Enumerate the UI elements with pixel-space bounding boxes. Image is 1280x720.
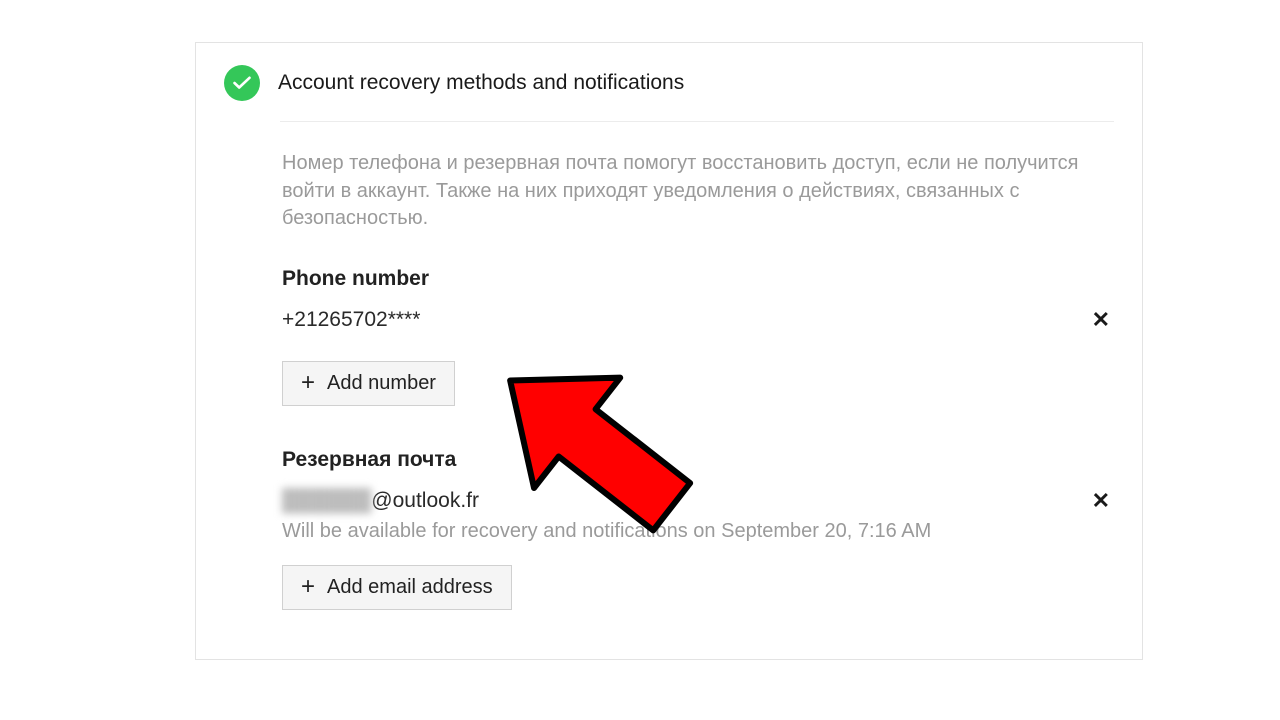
phone-value: +21265702****: [282, 308, 420, 332]
remove-email-button[interactable]: ✕: [1086, 486, 1116, 516]
close-icon: ✕: [1092, 488, 1110, 513]
description-text: Номер телефона и резервная почта помогут…: [282, 150, 1092, 233]
plus-icon: +: [301, 372, 315, 394]
email-local-blurred: ██████: [282, 489, 371, 513]
remove-phone-button[interactable]: ✕: [1086, 305, 1116, 335]
add-email-label: Add email address: [327, 576, 493, 599]
add-email-button[interactable]: + Add email address: [282, 565, 512, 610]
email-availability-note: Will be available for recovery and notif…: [282, 520, 1114, 543]
check-icon: [224, 65, 260, 101]
add-phone-label: Add number: [327, 372, 436, 395]
email-section-label: Резервная почта: [282, 448, 1114, 472]
panel-title: Account recovery methods and notificatio…: [278, 71, 684, 95]
email-domain: @outlook.fr: [371, 489, 479, 513]
close-icon: ✕: [1092, 307, 1110, 332]
email-value: ██████ @outlook.fr: [282, 489, 479, 513]
recovery-panel: Account recovery methods and notificatio…: [195, 42, 1143, 660]
add-phone-button[interactable]: + Add number: [282, 361, 455, 406]
phone-section-label: Phone number: [282, 267, 1114, 291]
phone-row: +21265702**** ✕: [282, 305, 1114, 335]
email-row: ██████ @outlook.fr ✕: [282, 486, 1114, 516]
plus-icon: +: [301, 576, 315, 598]
panel-header: Account recovery methods and notificatio…: [196, 43, 1142, 101]
panel-content: Номер телефона и резервная почта помогут…: [196, 122, 1142, 610]
